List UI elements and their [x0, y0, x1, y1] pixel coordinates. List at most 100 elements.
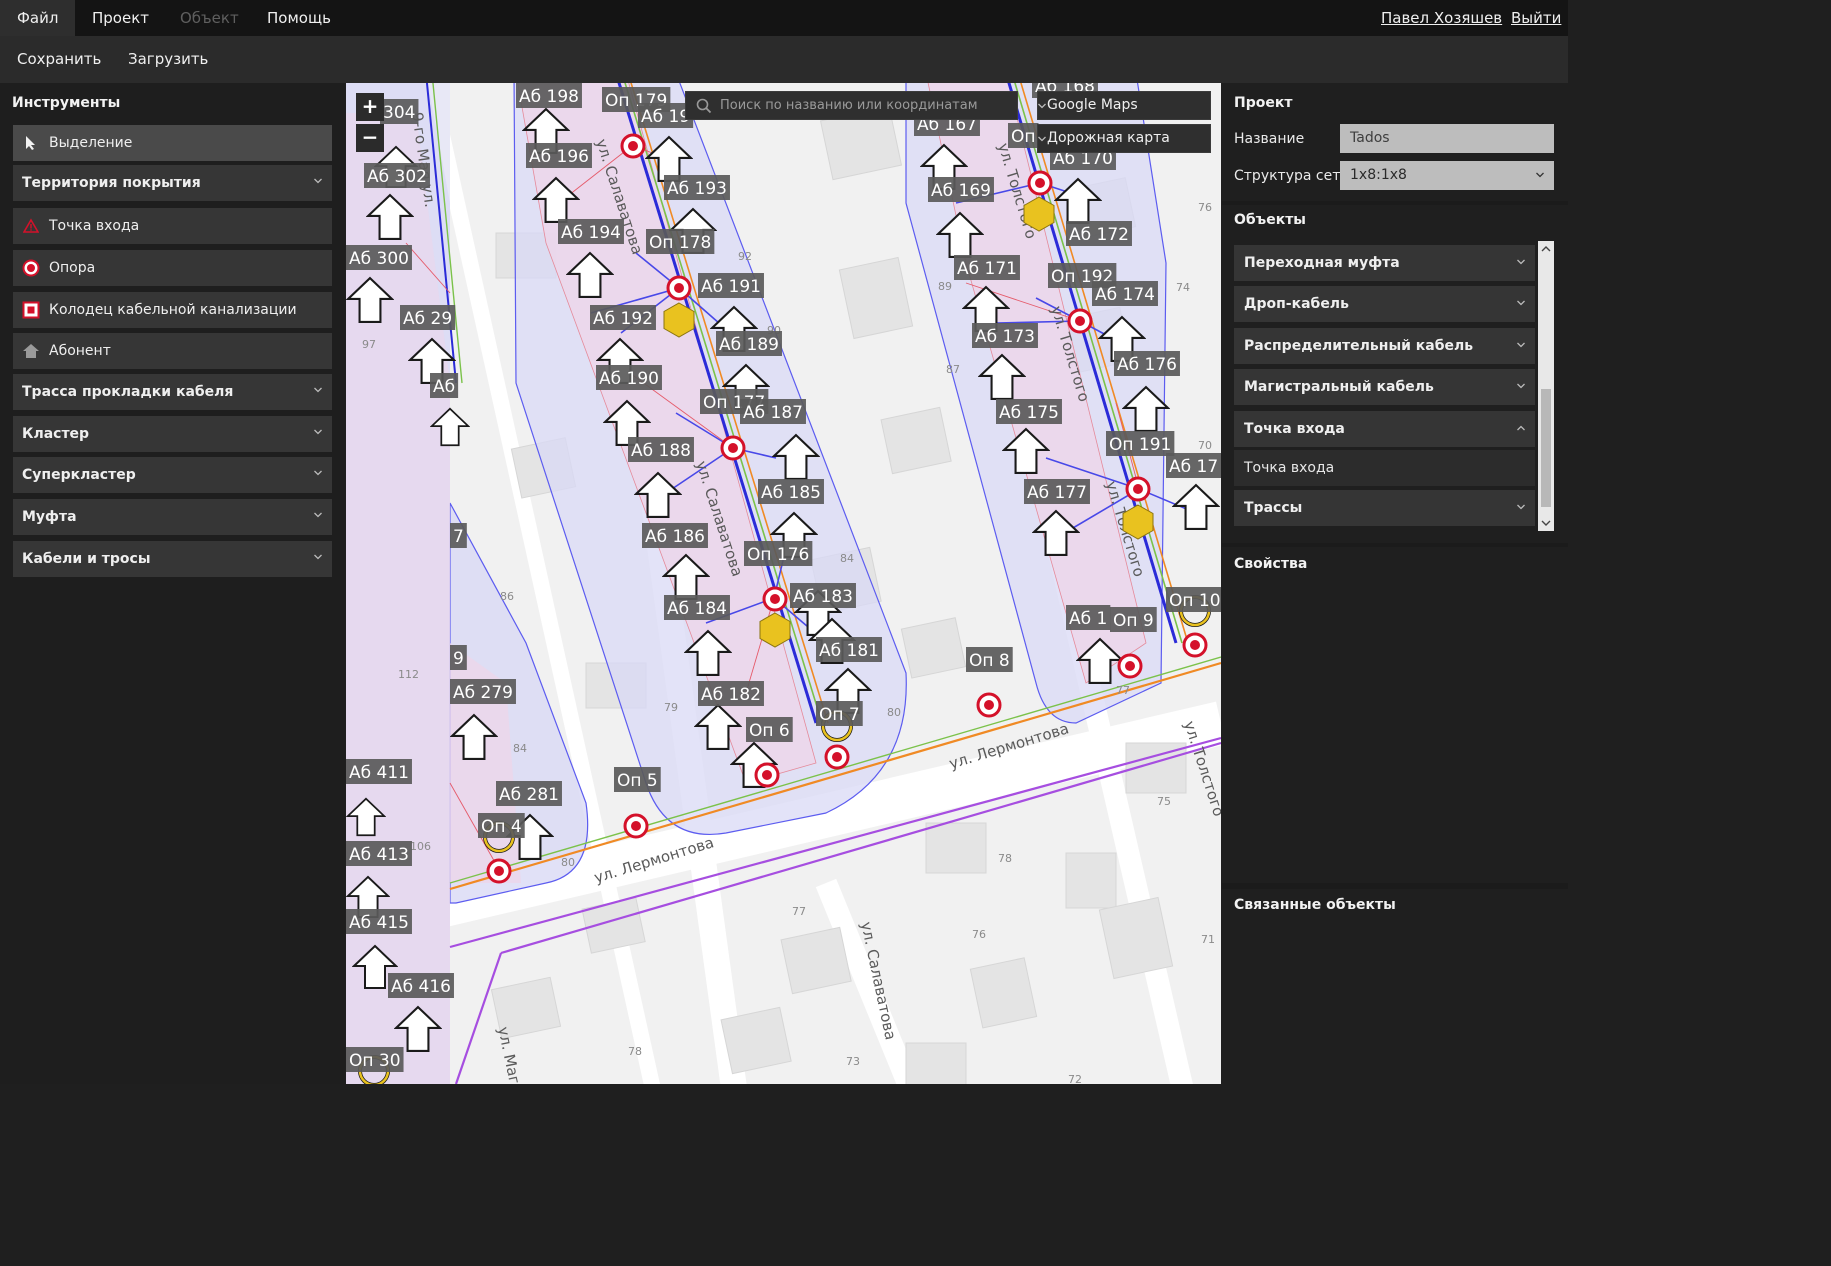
map-object-label[interactable]: Оп 191: [1106, 431, 1175, 456]
map-object-label[interactable]: Аб 194: [558, 219, 624, 244]
map-object-label[interactable]: Оп 6: [746, 717, 793, 742]
map-object-label[interactable]: Аб 413: [346, 841, 412, 866]
map-canvas[interactable]: ул. Салаватова ул. Салаватова ул. Салава…: [346, 83, 1221, 1084]
network-structure-select[interactable]: 1x8:1x8: [1340, 161, 1554, 190]
map-object-label[interactable]: Аб 29: [400, 305, 456, 330]
scroll-thumb[interactable]: [1541, 389, 1551, 507]
object-group-distribution-cable[interactable]: Распределительный кабель: [1234, 328, 1535, 364]
pole-icon[interactable]: [1182, 632, 1208, 658]
map-object-label[interactable]: 9: [450, 645, 467, 670]
map-object-label[interactable]: Аб 183: [790, 583, 856, 608]
map-object-label[interactable]: Аб 1: [1066, 605, 1111, 630]
map-object-label[interactable]: Аб 185: [758, 479, 824, 504]
pole-icon[interactable]: [762, 586, 788, 612]
map-object-label[interactable]: Оп: [1008, 123, 1039, 148]
pole-icon[interactable]: [720, 435, 746, 461]
map-object-label[interactable]: Аб 169: [928, 177, 994, 202]
map-search-input[interactable]: [720, 92, 1010, 119]
logout-link[interactable]: Выйти: [1511, 0, 1561, 36]
map-object-label[interactable]: Оп 9: [1110, 607, 1157, 632]
map-object-label[interactable]: Аб 281: [496, 781, 562, 806]
menu-file[interactable]: Файл: [0, 0, 76, 36]
map-object-label[interactable]: Аб 192: [590, 305, 656, 330]
pole-icon[interactable]: [1117, 653, 1143, 679]
pole-icon[interactable]: [824, 744, 850, 770]
pole-icon[interactable]: [754, 762, 780, 788]
map-object-label[interactable]: Аб 279: [450, 679, 516, 704]
map-object-label[interactable]: Оп 8: [966, 647, 1013, 672]
zoom-in-button[interactable]: +: [356, 93, 384, 121]
map-object-label[interactable]: Оп 5: [614, 767, 661, 792]
map-object-label[interactable]: Аб 416: [388, 973, 454, 998]
objects-scrollbar[interactable]: [1538, 241, 1554, 531]
object-entry-point-item[interactable]: Точка входа: [1234, 450, 1535, 486]
pole-icon[interactable]: [1027, 170, 1053, 196]
zoom-out-button[interactable]: −: [356, 124, 384, 152]
load-button[interactable]: Загрузить: [128, 36, 208, 83]
save-button[interactable]: Сохранить: [17, 36, 101, 83]
map-drawing[interactable]: ул. Салаватова ул. Салаватова ул. Салава…: [346, 83, 1221, 1084]
object-group-trunk-cable[interactable]: Магистральный кабель: [1234, 369, 1535, 405]
map-object-label[interactable]: Аб 177: [1024, 479, 1090, 504]
map-object-label[interactable]: Оп 10: [1166, 587, 1221, 612]
tool-group-cables[interactable]: Кабели и тросы: [13, 541, 332, 577]
map-object-label[interactable]: Аб 190: [596, 365, 662, 390]
pole-icon[interactable]: [620, 133, 646, 159]
map-type-select[interactable]: Дорожная карта: [1037, 124, 1211, 153]
menu-help[interactable]: Помощь: [250, 0, 348, 36]
map-object-label[interactable]: Аб 300: [346, 245, 412, 270]
map-object-label[interactable]: Аб 193: [664, 175, 730, 200]
map-object-label[interactable]: Оп 7: [816, 701, 863, 726]
scroll-down-icon[interactable]: [1541, 518, 1551, 528]
tool-group-cluster[interactable]: Кластер: [13, 416, 332, 452]
map-object-label[interactable]: Аб 181: [816, 637, 882, 662]
map-object-label[interactable]: Аб 188: [628, 437, 694, 462]
map-object-label[interactable]: Аб 173: [972, 323, 1038, 348]
map-provider-select[interactable]: Google Maps: [1037, 91, 1211, 120]
object-group-entry-point[interactable]: Точка входа: [1234, 411, 1535, 447]
map-object-label[interactable]: Аб 171: [954, 255, 1020, 280]
pole-icon[interactable]: [486, 858, 512, 884]
tool-pole[interactable]: Опора: [13, 250, 332, 286]
map-object-label[interactable]: Оп 4: [478, 813, 525, 838]
map-object-label[interactable]: Оп 176: [744, 541, 813, 566]
map-object-label[interactable]: Аб 172: [1066, 221, 1132, 246]
map-object-label[interactable]: Аб 176: [1114, 351, 1180, 376]
tool-group-supercluster[interactable]: Суперкластер: [13, 457, 332, 493]
map-object-label[interactable]: Аб 174: [1092, 281, 1158, 306]
map-object-label[interactable]: Аб 186: [642, 523, 708, 548]
object-group-transition-coupler[interactable]: Переходная муфта: [1234, 245, 1535, 281]
map-object-label[interactable]: Аб 187: [740, 399, 806, 424]
map-object-label[interactable]: Оп 30: [346, 1047, 404, 1072]
map-object-label[interactable]: Аб 411: [346, 759, 412, 784]
pole-icon[interactable]: [1125, 476, 1151, 502]
menu-project[interactable]: Проект: [75, 0, 166, 36]
scroll-up-icon[interactable]: [1541, 244, 1551, 254]
map-search[interactable]: [685, 91, 1018, 120]
map-object-label[interactable]: Аб 175: [996, 399, 1062, 424]
tool-group-cable-route[interactable]: Трасса прокладки кабеля: [13, 374, 332, 410]
object-group-drop-cable[interactable]: Дроп-кабель: [1234, 286, 1535, 322]
map-object-label[interactable]: 304: [380, 99, 419, 124]
pole-icon[interactable]: [666, 275, 692, 301]
object-group-routes[interactable]: Трассы: [1234, 490, 1535, 526]
map-object-label[interactable]: Аб 17: [1166, 453, 1221, 478]
map-object-label[interactable]: Аб 302: [364, 163, 430, 188]
map-object-label[interactable]: 7: [450, 523, 467, 548]
user-name-link[interactable]: Павел Хозяшев: [1381, 0, 1502, 36]
tool-manhole[interactable]: Колодец кабельной канализации: [13, 292, 332, 328]
tool-group-coupler[interactable]: Муфта: [13, 499, 332, 535]
map-object-label[interactable]: Аб 191: [698, 273, 764, 298]
tool-subscriber[interactable]: Абонент: [13, 333, 332, 369]
tool-group-coverage[interactable]: Территория покрытия: [13, 165, 332, 201]
pole-icon[interactable]: [623, 813, 649, 839]
map-object-label[interactable]: Аб 182: [698, 681, 764, 706]
pole-icon[interactable]: [1067, 308, 1093, 334]
map-object-label[interactable]: Аб: [430, 373, 459, 398]
map-object-label[interactable]: Аб 189: [716, 331, 782, 356]
map-object-label[interactable]: Аб 415: [346, 909, 412, 934]
map-object-label[interactable]: Аб 196: [526, 143, 592, 168]
map-object-label[interactable]: Аб 184: [664, 595, 730, 620]
menu-object[interactable]: Объект: [163, 0, 256, 36]
tool-entry-point[interactable]: Точка входа: [13, 208, 332, 244]
